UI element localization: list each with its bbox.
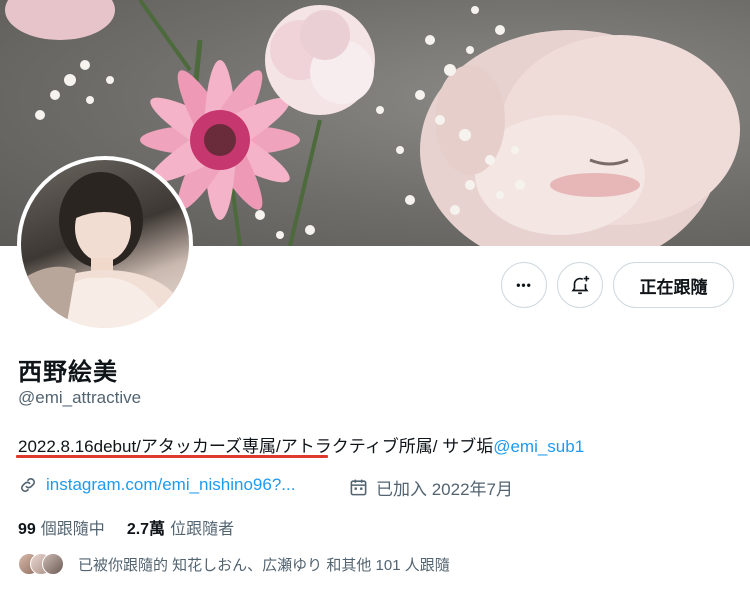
mutual-avatars bbox=[18, 553, 64, 575]
bio-mention-link[interactable]: @emi_sub1 bbox=[493, 437, 584, 456]
profile-bio: 2022.8.16debut/アタッカーズ専属/アトラクティブ所属/ サブ垢@e… bbox=[18, 432, 584, 457]
followers-stat[interactable]: 2.7萬 位跟隨者 bbox=[127, 515, 234, 539]
link-icon bbox=[21, 478, 35, 492]
profile-joined-date: 已加入 2022年7月 bbox=[349, 475, 513, 500]
following-label: 個跟隨中 bbox=[40, 521, 105, 538]
more-button[interactable]: ••• bbox=[501, 262, 547, 308]
following-count: 99 bbox=[18, 521, 36, 538]
following-stat[interactable]: 99 個跟隨中 bbox=[18, 515, 105, 539]
profile-website[interactable]: instagram.com/emi_nishino96?... bbox=[18, 475, 295, 495]
followed-by-row[interactable]: 已被你跟隨的 知花しおん、広瀬ゆり 和其他 101 人跟隨 bbox=[18, 553, 450, 575]
more-icon: ••• bbox=[516, 278, 532, 292]
bell-plus-icon bbox=[571, 275, 590, 295]
followers-count: 2.7萬 bbox=[126, 521, 166, 538]
followed-by-text: 已被你跟隨的 知花しおん、広瀬ゆり 和其他 101 人跟隨 bbox=[78, 556, 450, 574]
avatar-photo bbox=[21, 160, 189, 328]
followers-label: 位跟隨者 bbox=[170, 521, 235, 538]
profile-stats: 99 個跟隨中 2.7萬 位跟隨者 bbox=[18, 515, 256, 539]
profile-avatar[interactable] bbox=[17, 156, 193, 332]
bio-text: 2022.8.16debut/アタッカーズ専属/アトラクティブ所属/ サブ垢 bbox=[18, 437, 494, 456]
following-button[interactable]: 正在跟隨 bbox=[613, 262, 734, 308]
notify-button[interactable] bbox=[557, 262, 603, 308]
avatar bbox=[42, 553, 64, 575]
calendar-icon bbox=[350, 479, 367, 496]
website-link-text[interactable]: instagram.com/emi_nishino96?... bbox=[46, 475, 295, 495]
profile-handle: @emi_attractive bbox=[18, 388, 142, 407]
annotation-underline bbox=[16, 455, 328, 458]
profile-name: 西野絵美 bbox=[18, 359, 118, 386]
joined-text: 已加入 2022年7月 bbox=[376, 480, 513, 499]
following-button-label: 正在跟隨 bbox=[639, 277, 708, 297]
